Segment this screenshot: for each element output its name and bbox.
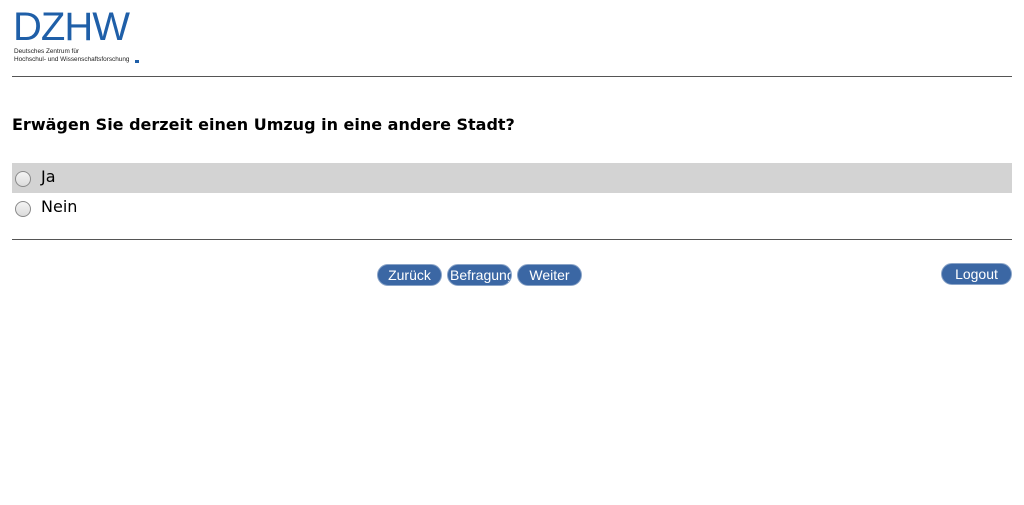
- header-divider: [12, 76, 1012, 77]
- option-nein-label: Nein: [41, 196, 78, 216]
- logo-subtitle-line-2: Hochschul- und Wissenschaftsforschung: [14, 56, 130, 63]
- radio-nein[interactable]: [15, 201, 31, 217]
- survey-page: DZHW Deutsches Zentrum für Hochschul- un…: [0, 0, 1024, 505]
- option-nein[interactable]: Nein: [12, 193, 1012, 223]
- option-ja-label: Ja: [41, 166, 56, 186]
- logout-button[interactable]: Logout: [941, 263, 1012, 285]
- option-ja[interactable]: Ja: [12, 163, 1012, 193]
- dzhw-logo: DZHW Deutsches Zentrum für Hochschul- un…: [13, 5, 148, 68]
- logo-square-mark: [135, 60, 139, 63]
- footer-divider: [12, 239, 1012, 240]
- back-button[interactable]: Zurück: [377, 264, 442, 286]
- next-button[interactable]: Weiter: [517, 264, 582, 286]
- logo-subtitle: Deutsches Zentrum für Hochschul- und Wis…: [14, 48, 129, 64]
- radio-ja[interactable]: [15, 171, 31, 187]
- question-text: Erwägen Sie derzeit einen Umzug in eine …: [12, 115, 515, 134]
- logo-wordmark: DZHW: [13, 5, 130, 49]
- logo-subtitle-line-1: Deutsches Zentrum für: [14, 48, 79, 55]
- survey-button[interactable]: Befragung: [447, 264, 512, 286]
